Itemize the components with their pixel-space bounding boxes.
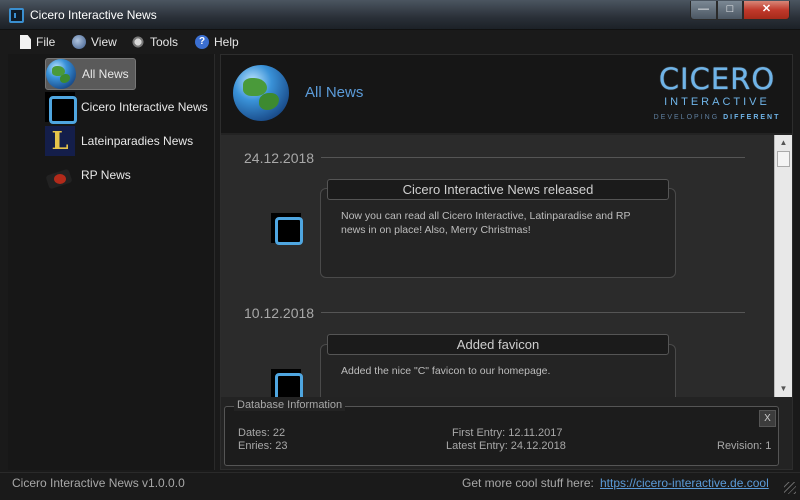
gear-icon bbox=[131, 35, 145, 49]
main-header: All News CICERO INTERACTIVE DEVELOPING D… bbox=[221, 55, 792, 133]
cicero-logo: CICERO INTERACTIVE DEVELOPING DIFFERENT bbox=[651, 63, 783, 127]
logo-main-text: CICERO bbox=[658, 62, 776, 96]
sidebar-item-cicero[interactable]: Cicero Interactive News bbox=[45, 91, 214, 124]
menu-help[interactable]: ? Help bbox=[195, 34, 239, 50]
db-entries: Enries: 23 bbox=[238, 440, 288, 452]
news-scrollbar[interactable]: ▲ ▼ bbox=[774, 135, 792, 397]
sidebar: All News Cicero Interactive News L Latei… bbox=[8, 54, 215, 470]
logo-tag-prefix: DEVELOPING bbox=[653, 114, 720, 121]
window-title: Cicero Interactive News bbox=[30, 8, 157, 22]
help-icon: ? bbox=[195, 35, 209, 49]
cicero-icon bbox=[271, 213, 303, 245]
resize-grip-icon[interactable] bbox=[784, 482, 796, 494]
app-icon bbox=[9, 8, 24, 23]
db-first-entry: First Entry: 12.11.2017 bbox=[452, 427, 563, 439]
view-icon bbox=[72, 35, 86, 49]
scroll-up-arrow-icon[interactable]: ▲ bbox=[775, 135, 792, 151]
menu-help-label: Help bbox=[214, 35, 239, 49]
sidebar-item-rp[interactable]: RP News bbox=[45, 159, 137, 191]
news-date: 24.12.2018 bbox=[244, 150, 315, 166]
sidebar-item-lateinparadies[interactable]: L Lateinparadies News bbox=[45, 125, 199, 157]
minimize-button[interactable]: — bbox=[690, 1, 717, 20]
lateinparadies-icon: L bbox=[45, 126, 75, 156]
sidebar-item-all-news[interactable]: All News bbox=[45, 58, 136, 90]
rp-icon bbox=[45, 160, 75, 190]
logo-tag-accent: DIFFERENT bbox=[723, 114, 781, 121]
cicero-icon bbox=[45, 92, 77, 124]
main-panel: All News CICERO INTERACTIVE DEVELOPING D… bbox=[220, 54, 793, 470]
maximize-button[interactable]: □ bbox=[717, 1, 743, 20]
menu-file[interactable]: File bbox=[20, 34, 55, 50]
date-divider bbox=[321, 157, 745, 158]
more-stuff-label: Get more cool stuff here: bbox=[462, 476, 594, 490]
version-label: Cicero Interactive News v1.0.0.0 bbox=[12, 476, 185, 490]
sidebar-item-label: RP News bbox=[81, 168, 131, 182]
page-title: All News bbox=[305, 84, 364, 101]
news-title: Added favicon bbox=[327, 334, 669, 355]
news-text: Added the nice "C" favicon to our homepa… bbox=[341, 365, 551, 377]
sidebar-item-label: All News bbox=[82, 67, 129, 81]
scroll-down-arrow-icon[interactable]: ▼ bbox=[775, 381, 792, 397]
news-feed[interactable]: 24.12.2018 Cicero Interactive News relea… bbox=[221, 135, 774, 397]
menu-view[interactable]: View bbox=[72, 34, 117, 50]
title-bar: Cicero Interactive News — □ ✕ bbox=[0, 0, 800, 30]
scroll-thumb[interactable] bbox=[777, 151, 790, 167]
sidebar-item-label: Cicero Interactive News bbox=[81, 100, 208, 114]
menu-file-label: File bbox=[36, 35, 56, 49]
news-text: Now you can read all Cicero Interactive,… bbox=[341, 210, 631, 236]
globe-icon bbox=[233, 65, 289, 121]
menu-view-label: View bbox=[91, 35, 117, 49]
database-legend: Database Information bbox=[234, 399, 346, 411]
logo-tagline: DEVELOPING DIFFERENT bbox=[651, 114, 783, 121]
menu-tools-label: Tools bbox=[150, 35, 179, 49]
logo-sub-text: INTERACTIVE bbox=[664, 96, 770, 108]
cicero-icon bbox=[271, 369, 303, 397]
database-info-box: Database Information X Dates: 22 Enries:… bbox=[224, 399, 779, 466]
website-link[interactable]: https://cicero-interactive.de.cool bbox=[600, 476, 769, 490]
date-divider bbox=[321, 312, 745, 313]
file-icon bbox=[20, 35, 31, 49]
news-title: Cicero Interactive News released bbox=[327, 179, 669, 200]
sidebar-item-label: Lateinparadies News bbox=[81, 134, 194, 148]
db-latest-entry: Latest Entry: 24.12.2018 bbox=[446, 440, 566, 452]
menu-bar: File View Tools ? Help bbox=[0, 30, 800, 54]
database-close-button[interactable]: X bbox=[759, 410, 776, 427]
db-revision: Revision: 1 bbox=[717, 440, 772, 452]
menu-tools[interactable]: Tools bbox=[131, 34, 178, 50]
close-button[interactable]: ✕ bbox=[743, 1, 790, 20]
db-dates: Dates: 22 bbox=[238, 427, 286, 439]
status-bar: Cicero Interactive News v1.0.0.0 Get mor… bbox=[0, 472, 800, 492]
news-date: 10.12.2018 bbox=[244, 305, 315, 321]
globe-icon bbox=[46, 59, 76, 89]
